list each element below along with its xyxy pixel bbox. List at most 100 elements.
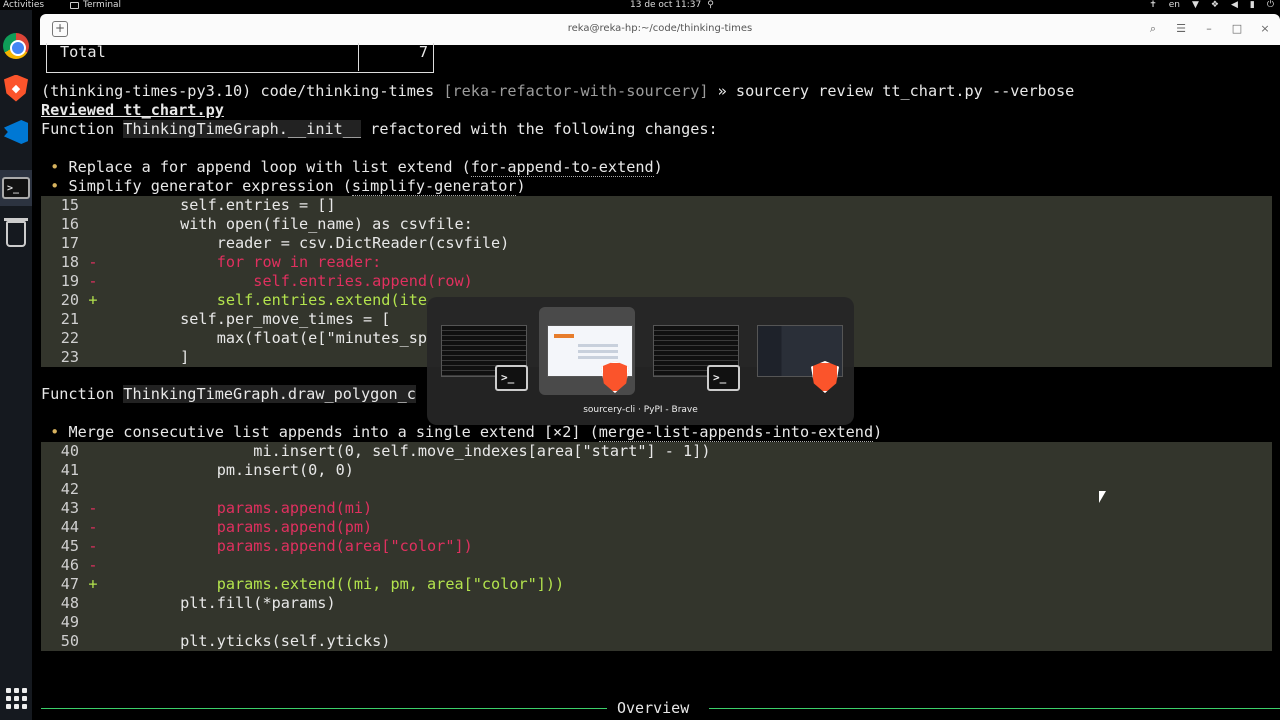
clock[interactable]: 13 de oct 11:37 ⚲ — [630, 0, 714, 10]
code-text: ] — [107, 348, 190, 366]
line-number: 46 — [60, 556, 79, 574]
code-text: with open(file_name) as csvfile: — [107, 215, 473, 233]
overview-rule: Overview — [41, 699, 1280, 718]
diff-marker: - — [88, 556, 98, 574]
minimize-button[interactable]: – — [1198, 20, 1220, 38]
language-indicator[interactable]: en — [1169, 0, 1180, 10]
diff-marker — [79, 480, 107, 499]
bullet-end: ) — [653, 158, 663, 176]
diff-marker: - — [88, 272, 98, 290]
function-heading-2: Function ThinkingTimeGraph.draw_polygon_… — [41, 385, 416, 404]
diff-marker — [79, 594, 107, 613]
diff-row: 45- params.append(area["color"]) — [41, 537, 1272, 556]
line-number: 22 — [60, 329, 79, 347]
window-switcher[interactable]: >_ >_ sourcery-cli · PyPI - Brave — [427, 297, 854, 425]
line-number: 20 — [60, 291, 79, 309]
trash-icon — [4, 218, 28, 247]
line-number: 48 — [60, 594, 79, 612]
rule-id-link[interactable]: simplify-generator — [351, 177, 517, 196]
reviewed-line: Reviewed tt_chart.py — [41, 101, 224, 119]
line-number: 17 — [60, 234, 79, 252]
bullet-text: Merge consecutive list appends into a si… — [68, 423, 599, 441]
close-button[interactable]: × — [1254, 20, 1276, 38]
system-tray[interactable]: ✝ en ▼ ❖ ◀ ▮ ⏻ — [1149, 0, 1274, 10]
diff-marker — [79, 310, 107, 329]
brave-icon — [601, 361, 629, 393]
bullet-text: Simplify generator expression ( — [68, 177, 352, 195]
volume-icon: ◀ — [1231, 0, 1238, 10]
dock-brave[interactable]: ◆ — [0, 70, 32, 106]
switcher-brave-sourcery[interactable] — [539, 307, 635, 395]
code-text: self.per_move_times = [ — [107, 310, 391, 328]
diff-marker — [79, 196, 107, 215]
activities-button[interactable]: Activities — [3, 0, 44, 10]
brave-icon — [811, 361, 839, 393]
diff-row: 46- — [41, 556, 1272, 575]
terminal-icon: >_ — [2, 177, 30, 199]
show-apps-button[interactable] — [0, 680, 32, 716]
rule-id-link[interactable]: merge-list-appends-into-extend — [598, 423, 874, 442]
code-text: self.entries.append(row) — [107, 272, 473, 290]
bullet-end: ) — [873, 423, 883, 441]
clock-text: 13 de oct 11:37 — [630, 0, 702, 10]
code-text: reader = csv.DictReader(csvfile) — [107, 234, 510, 252]
diff-marker — [79, 234, 107, 253]
bluetooth-icon: ❖ — [1210, 0, 1219, 10]
switcher-brave-docs[interactable] — [749, 307, 845, 395]
vscode-icon — [4, 120, 28, 144]
bell-icon: ⚲ — [707, 0, 714, 10]
change-bullet: • Replace a for append loop with list ex… — [41, 158, 663, 177]
bullet-icon: • — [41, 177, 69, 195]
app-grid-icon — [5, 687, 27, 709]
switcher-terminal-1[interactable]: >_ — [433, 307, 529, 395]
change-bullet: • Simplify generator expression (simplif… — [41, 177, 526, 196]
func-name: ThinkingTimeGraph.draw_polygon_c — [123, 385, 416, 403]
diff-marker — [79, 348, 107, 367]
switcher-terminal-2[interactable]: >_ — [645, 307, 741, 395]
diff-marker — [79, 442, 107, 461]
dock-vscode[interactable] — [0, 114, 32, 150]
close-icon: × — [1260, 22, 1270, 35]
prompt-command: » sourcery review tt_chart.py --verbose — [708, 82, 1075, 100]
diff-marker: + — [88, 291, 98, 309]
change-bullet: • Merge consecutive list appends into a … — [41, 423, 882, 442]
code-text: self.entries.extend(ite — [107, 291, 428, 309]
maximize-button[interactable]: □ — [1226, 20, 1248, 38]
diff-marker: - — [88, 499, 98, 517]
power-icon: ⏻ — [1266, 0, 1274, 10]
app-menu[interactable]: Terminal — [70, 0, 121, 10]
line-number: 41 — [60, 461, 79, 479]
battery-icon: ▮ — [1249, 0, 1255, 10]
bullet-icon: • — [41, 423, 69, 441]
prompt-env: (thinking-times-py3.10) code/thinking-ti… — [41, 82, 444, 100]
diff-row: 48 plt.fill(*params) — [41, 594, 1272, 613]
rule-id-link[interactable]: for-append-to-extend — [470, 158, 654, 177]
accessibility-icon[interactable]: ✝ — [1149, 0, 1157, 10]
dock-chrome[interactable] — [0, 28, 32, 64]
dock-terminal[interactable]: >_ — [0, 170, 32, 206]
code-text: params.append(area["color"]) — [107, 537, 473, 555]
line-number: 16 — [60, 215, 79, 233]
dock-trash[interactable] — [0, 216, 32, 252]
code-text: params.append(mi) — [107, 499, 373, 517]
bullet-icon: • — [41, 158, 69, 176]
line-number: 21 — [60, 310, 79, 328]
summary-table: Total 7 — [46, 43, 434, 73]
diff-row: 17 reader = csv.DictReader(csvfile) — [41, 234, 1272, 253]
terminal-header-bar[interactable]: + reka@reka-hp:~/code/thinking-times ⌕ ☰… — [40, 14, 1280, 45]
mouse-cursor — [1099, 491, 1106, 503]
code-text: self.entries = [] — [107, 196, 336, 214]
diff-marker: - — [88, 537, 98, 555]
prompt-branch: [reka-refactor-with-sourcery] — [443, 82, 709, 100]
top-bar: Activities Terminal 13 de oct 11:37 ⚲ ✝ e… — [0, 0, 1280, 10]
search-button[interactable]: ⌕ — [1142, 20, 1164, 38]
code-text: for row in reader: — [107, 253, 382, 271]
line-number: 19 — [60, 272, 79, 290]
diff-row: 50 plt.yticks(self.yticks) — [41, 632, 1272, 651]
func-name: ThinkingTimeGraph.__init__ — [123, 120, 362, 138]
menu-button[interactable]: ☰ — [1170, 20, 1192, 38]
code-text: max(float(e["minutes_sp — [107, 329, 428, 347]
overview-label: Overview — [617, 699, 690, 717]
code-text: pm.insert(0, 0) — [107, 461, 354, 479]
code-text: params.extend((mi, pm, area["color"])) — [107, 575, 565, 593]
